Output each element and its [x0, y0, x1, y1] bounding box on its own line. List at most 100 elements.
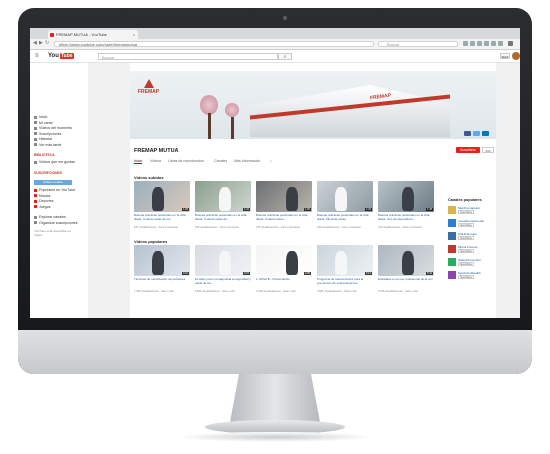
youtube-favicon-icon: [50, 32, 54, 37]
video-duration: 4:21: [181, 272, 189, 275]
channel-subscribe-button[interactable]: Suscribirse: [458, 236, 474, 240]
popular-video-thumbnail[interactable]: 5:44: [378, 245, 434, 276]
sidebar-item[interactable]: Inicio: [34, 115, 47, 119]
extension-icon[interactable]: [484, 41, 489, 46]
extension-icon[interactable]: [498, 41, 503, 46]
person-figure: [402, 187, 414, 211]
like-icon: [34, 160, 37, 164]
uploaded-video-thumbnail[interactable]: 1:32: [317, 181, 373, 212]
sidebar-item[interactable]: Ver más tarde: [34, 143, 61, 147]
channel-tab[interactable]: Inicio: [134, 159, 143, 164]
uploaded-video-thumbnail[interactable]: 1:48: [378, 181, 434, 212]
add-channels-button[interactable]: Añadir canales: [34, 180, 72, 185]
popular-video-title[interactable]: 10 años como protagonista la seguridad y…: [195, 278, 251, 285]
sidebar-item[interactable]: Vídeos que me gustan: [34, 160, 75, 164]
social-link-icon[interactable]: [482, 131, 489, 136]
channel-subscribe-button[interactable]: Suscribirse: [458, 210, 474, 214]
extension-icon[interactable]: [463, 41, 468, 46]
video-duration: 5:44: [425, 272, 433, 275]
channel-tab[interactable]: Listas de reproducción: [168, 159, 204, 163]
sidebar-item[interactable]: Organizar suscripciones: [34, 221, 78, 225]
url-field[interactable]: https://www.youtube.com/user/fremapmutua: [54, 41, 374, 47]
uploaded-video-thumbnail[interactable]: 1:36: [256, 181, 312, 212]
back-icon[interactable]: ◀: [33, 40, 37, 46]
browser-tab[interactable]: FREMAP MUTUA - YouTube ×: [48, 30, 138, 39]
popular-channel-item[interactable]: SafetyPrevention Suscribirse: [448, 258, 496, 268]
uploaded-video-title[interactable]: Buenas prácticas posturales en la vida d…: [317, 214, 373, 221]
sidebar-item-label: Mi canal: [39, 120, 53, 125]
uploaded-video-title[interactable]: Buenas prácticas posturales en la vida d…: [256, 214, 312, 221]
sidebar-item[interactable]: Suscripciones: [34, 132, 61, 136]
popular-video-title[interactable]: Técnicas de movilización de pacientes: [134, 278, 190, 282]
subscriptions-heading: SUSCRIPCIONES: [34, 171, 63, 175]
sidebar-item-label: Inicio: [39, 115, 48, 119]
popular-video-title[interactable]: 1. ESVA B - Presentación: [256, 278, 312, 282]
search-icon[interactable]: ⌕: [278, 53, 292, 60]
upload-button[interactable]: Subir: [500, 53, 510, 59]
channel-subscribe-button[interactable]: Suscribirse: [458, 249, 474, 253]
sidebar-item-label: Suscripciones: [39, 131, 62, 136]
popular-video-thumbnail[interactable]: 2:05: [256, 245, 312, 276]
person-figure: [286, 251, 298, 275]
popular-video-title[interactable]: Entidades en el uso profesional de la vo…: [378, 278, 434, 282]
popular-section-title[interactable]: Vídeos populares: [134, 239, 167, 244]
uploaded-video-title[interactable]: Buenas prácticas posturales en la vida d…: [195, 214, 251, 221]
user-icon: [34, 121, 37, 125]
channel-tab[interactable]: Canales: [214, 159, 227, 163]
reload-icon[interactable]: ↻: [45, 40, 49, 46]
sidebar-item-label: Música: [39, 193, 51, 198]
person-figure: [402, 251, 414, 275]
sidebar-item[interactable]: Deportes: [34, 199, 54, 203]
sidebar-item[interactable]: Música: [34, 194, 50, 198]
social-link-icon[interactable]: [464, 131, 471, 136]
popular-channel-item[interactable]: mutuafremapmedia Suscribirse: [448, 219, 496, 229]
youtube-logo-tube[interactable]: Tube: [60, 52, 74, 59]
youtube-search-input[interactable]: Buscar: [98, 53, 278, 60]
menu-icon[interactable]: ≡: [35, 53, 39, 59]
uploaded-video-thumbnail[interactable]: 1:28: [134, 181, 190, 212]
extension-icon[interactable]: [477, 41, 482, 46]
menu-icon[interactable]: [508, 41, 513, 46]
popular-video-thumbnail[interactable]: 3:37: [195, 245, 251, 276]
popular-video-thumbnail[interactable]: 4:21: [134, 245, 190, 276]
subscribe-button[interactable]: Suscribirse: [456, 147, 480, 153]
sidebar-item[interactable]: Populares en YouTube: [34, 188, 75, 192]
popular-video-title[interactable]: Programa de autocontroles para la preven…: [317, 278, 373, 285]
banner-logo-text: FREMAP: [138, 89, 160, 95]
channel-subscribe-button[interactable]: Suscribirse: [458, 262, 474, 266]
sidebar-item[interactable]: Mi canal: [34, 121, 52, 125]
youtube-page: ≡ You Tube Buscar ⌕ Subir Inicio Mi canal…: [30, 50, 520, 318]
popular-video-thumbnail[interactable]: 6:12: [317, 245, 373, 276]
uploaded-section-title[interactable]: Vídeos subidos: [134, 175, 164, 180]
uploaded-video-title[interactable]: Buenas prácticas posturales en la vida d…: [378, 214, 434, 221]
youtube-logo[interactable]: You: [48, 53, 59, 59]
popular-video-meta: 3.105 visualizaciones · hace 1 año: [378, 290, 418, 293]
popular-channel-item[interactable]: SportsAndHealth Suscribirse: [448, 271, 496, 281]
sidebar-item[interactable]: Historial: [34, 137, 52, 141]
popular-channel-item[interactable]: MapFremapcast Suscribirse: [448, 206, 496, 216]
channel-subscribe-button[interactable]: Suscribirse: [458, 223, 474, 227]
video-duration: 1:32: [364, 208, 372, 211]
sidebar-item[interactable]: Juegos: [34, 205, 51, 209]
channel-tab[interactable]: Más información: [234, 159, 260, 163]
social-link-icon[interactable]: [473, 131, 480, 136]
channel-icon: [34, 205, 37, 209]
uploaded-video-title[interactable]: Buenas prácticas posturales en la vida d…: [134, 214, 190, 221]
channel-tab[interactable]: Vídeos: [150, 159, 161, 163]
sidebar-item[interactable]: Vídeos del momento: [34, 126, 72, 130]
trending-icon: [34, 126, 37, 130]
library-heading: BIBLIOTECA: [34, 153, 55, 157]
sidebar-item[interactable]: Explorar canales: [34, 215, 66, 219]
uploaded-video-thumbnail[interactable]: 1:41: [195, 181, 251, 212]
popular-video-meta: 7.469 visualizaciones · hace 1 año: [134, 290, 174, 293]
close-tab-icon[interactable]: ×: [133, 30, 135, 39]
extension-icon[interactable]: [470, 41, 475, 46]
forward-icon[interactable]: ▶: [39, 40, 43, 46]
avatar[interactable]: [512, 52, 520, 60]
channel-subscribe-button[interactable]: Suscribirse: [458, 275, 474, 279]
browser-search-field[interactable]: Buscar: [378, 41, 458, 47]
channel-search-icon[interactable]: ⌕: [270, 159, 272, 163]
popular-channel-item[interactable]: OSHA Europe Suscribirse: [448, 232, 496, 242]
extension-icon[interactable]: [491, 41, 496, 46]
popular-channel-item[interactable]: Mutua Fremap Suscribirse: [448, 245, 496, 255]
